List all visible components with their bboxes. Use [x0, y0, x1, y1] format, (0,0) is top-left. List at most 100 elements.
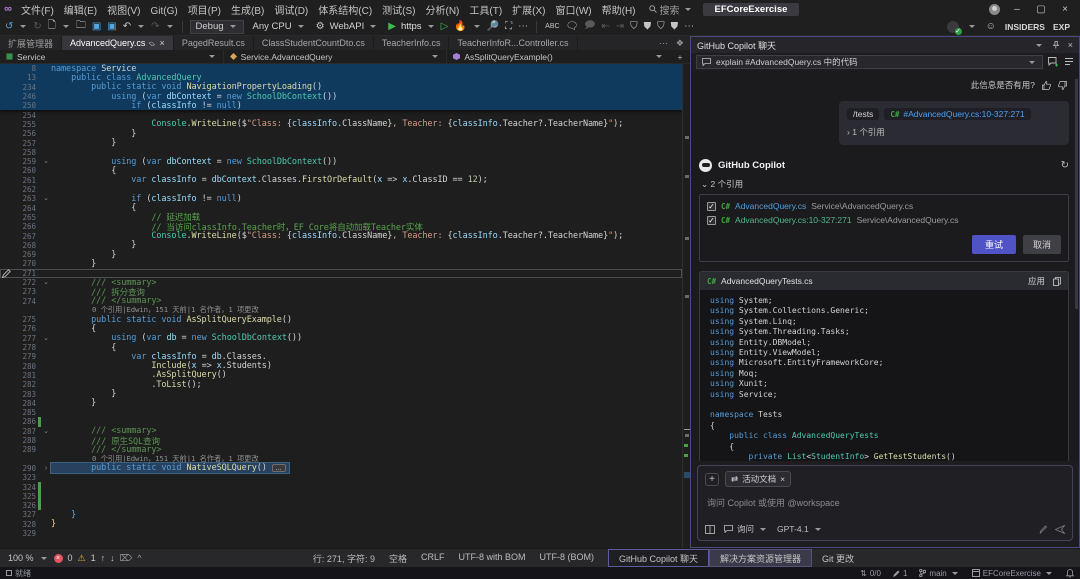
remove-context-icon[interactable]: × — [780, 474, 785, 484]
retry-button[interactable]: 重试 — [972, 235, 1016, 254]
chat-history[interactable]: 此信息是否有用? /tests C# #AdvancedQuery.cs:10-… — [691, 71, 1079, 461]
menu-item[interactable]: 体系结构(C) — [313, 6, 377, 17]
window-layout-icon[interactable]: ❖ — [676, 38, 684, 49]
regenerate-icon[interactable]: ↻ — [1061, 160, 1069, 171]
fold-marker[interactable]: ⌄ — [41, 157, 51, 166]
mode-dropdown[interactable]: 询问 — [724, 523, 768, 535]
document-tab[interactable]: TeacherInfo.cs — [374, 36, 450, 50]
pin-icon[interactable] — [1052, 41, 1060, 49]
code-cleanup-icon[interactable]: ⌦ — [120, 553, 133, 564]
expand-icon[interactable]: ^ — [137, 553, 141, 563]
menu-item[interactable]: 生成(B) — [226, 6, 269, 17]
spell-check-icon[interactable]: ABC — [544, 23, 560, 30]
notifications[interactable] — [1066, 569, 1074, 578]
apply-button[interactable]: 应用 — [1028, 275, 1045, 287]
split-window-icon[interactable]: + — [670, 50, 690, 63]
slash-command-chip[interactable]: /tests — [847, 108, 879, 120]
menu-item[interactable]: Git(G) — [145, 6, 182, 17]
uncomment-icon[interactable]: 🗩 — [583, 18, 596, 35]
debug-config-dropdown[interactable]: Debug — [190, 20, 244, 34]
model-dropdown[interactable]: GPT-4.1 — [777, 524, 823, 534]
new-file-icon[interactable]: 🗋 — [47, 18, 57, 35]
bookmark-clear-icon[interactable]: ⛊ — [670, 21, 680, 32]
redo-icon[interactable]: ↷ — [150, 21, 160, 32]
document-tab[interactable]: PagedResult.cs — [174, 36, 254, 50]
hot-reload-icon[interactable]: 🔥 — [453, 21, 467, 32]
copy-icon[interactable] — [1053, 277, 1061, 286]
tool-window-tab[interactable]: GitHub Copilot 聊天 — [608, 549, 709, 567]
send-icon[interactable] — [1055, 525, 1065, 534]
status-segment[interactable]: 行: 271, 字符: 9 — [313, 552, 375, 565]
collapsed-region-badge[interactable]: ... — [272, 464, 286, 472]
close-button[interactable]: × — [1058, 4, 1072, 15]
startup-project-dropdown[interactable]: WebAPI — [330, 20, 384, 34]
pending-edits[interactable]: 1 — [893, 569, 907, 578]
open-in-editor-icon[interactable] — [705, 525, 715, 534]
bookmark-prev-icon[interactable]: ⛊ — [643, 21, 653, 32]
document-tab[interactable]: AdvancedQuery.cs▱× — [62, 36, 174, 50]
pin-icon[interactable]: ▱ — [147, 38, 158, 49]
menu-item[interactable]: 文件(F) — [16, 6, 59, 17]
menu-item[interactable]: 视图(V) — [102, 6, 145, 17]
menu-item[interactable]: 测试(S) — [377, 6, 420, 17]
code-lines[interactable]: 254255 Console.WriteLine($"Class: {class… — [0, 111, 682, 539]
cancel-button[interactable]: 取消 — [1023, 235, 1061, 254]
error-count[interactable]: 0 — [68, 553, 73, 563]
reference-row[interactable]: ✓C#AdvancedQuery.cs:10-327:271Service\Ad… — [707, 215, 1061, 225]
fold-marker[interactable]: ⌄ — [41, 334, 51, 343]
indent-increase-icon[interactable]: ⇥ — [615, 21, 625, 32]
fold-marker[interactable]: › — [41, 464, 51, 473]
reference-row[interactable]: ✓C#AdvancedQuery.csService\AdvancedQuery… — [707, 201, 1061, 211]
repo-selector[interactable]: EFCoreExercise — [972, 569, 1054, 578]
toolbar-overflow-icon[interactable]: ⋯ — [517, 21, 529, 32]
menu-item[interactable]: 项目(P) — [183, 6, 226, 17]
open-file-icon[interactable]: 🗀 — [75, 18, 87, 35]
chat-options-icon[interactable] — [1064, 57, 1074, 67]
menu-item[interactable]: 帮助(H) — [597, 6, 641, 17]
fold-marker[interactable]: ⌄ — [41, 278, 51, 287]
start-without-debug-icon[interactable]: ▷ — [440, 21, 450, 32]
chevron-down-icon[interactable] — [474, 25, 480, 28]
tab-close-icon[interactable]: × — [160, 38, 165, 48]
navigate-back-icon[interactable]: ↺ — [4, 21, 14, 32]
status-segment[interactable]: 空格 — [389, 552, 407, 565]
navigate-forward-icon[interactable]: ↻ — [32, 21, 42, 32]
reference-name[interactable]: AdvancedQuery.cs:10-327:271 — [735, 215, 852, 225]
minimize-button[interactable]: – — [1010, 4, 1024, 15]
background-tasks[interactable]: 就绪 — [6, 568, 31, 579]
chevron-down-icon[interactable] — [20, 25, 26, 28]
bookmark-toggle-icon[interactable]: ⛉ — [629, 21, 639, 32]
menu-item[interactable]: 工具(T) — [464, 6, 507, 17]
user-avatar[interactable] — [989, 4, 1000, 15]
copilot-status-icon[interactable] — [947, 21, 959, 33]
context-chip[interactable]: ⇄ 活动文档 × — [725, 471, 791, 487]
status-segment[interactable]: UTF-8 (BOM) — [540, 552, 595, 565]
thumbs-up-icon[interactable] — [1042, 81, 1051, 90]
chevron-down-icon[interactable] — [41, 557, 47, 560]
tool-window-tab[interactable]: Git 更改 — [812, 549, 864, 567]
feedback-icon[interactable]: ☺ — [985, 21, 997, 32]
prompt-history-dropdown[interactable]: explain #AdvancedQuery.cs 中的代码 — [696, 55, 1043, 69]
chat-scrollbar[interactable] — [1074, 71, 1079, 461]
zoom-level[interactable]: 100 % — [8, 553, 34, 563]
chat-input-box[interactable]: + ⇄ 活动文档 × 询问 Copilot 或使用 @workspace 询问 … — [697, 465, 1073, 541]
insiders-badge[interactable]: INSIDERS — [1005, 22, 1045, 32]
breadcrumb-type-dropdown[interactable]: Service.AdvancedQuery — [224, 50, 448, 63]
menu-item[interactable]: 调试(D) — [269, 6, 313, 17]
comment-icon[interactable]: 🗨 — [565, 21, 580, 32]
search-box[interactable]: 搜索 — [649, 2, 693, 17]
reference-checkbox[interactable]: ✓ — [707, 216, 716, 225]
chevron-down-icon[interactable] — [428, 25, 434, 28]
fold-marker[interactable]: ⌄ — [41, 194, 51, 203]
restore-button[interactable]: ▢ — [1034, 4, 1048, 15]
tab-overflow-icon[interactable]: ⋯ — [659, 38, 668, 49]
save-all-icon[interactable]: ▣ — [106, 21, 117, 32]
new-chat-icon[interactable] — [1048, 57, 1059, 67]
undo-icon[interactable]: ↶ — [122, 21, 132, 32]
git-branch[interactable]: main — [919, 569, 959, 578]
breadcrumb-project-dropdown[interactable]: Service — [0, 50, 224, 63]
tool-window-tab[interactable]: 解决方案资源管理器 — [709, 549, 812, 567]
add-context-button[interactable]: + — [705, 473, 719, 486]
bookmark-next-icon[interactable]: ⛉ — [656, 21, 666, 32]
reference-checkbox[interactable]: ✓ — [707, 202, 716, 211]
